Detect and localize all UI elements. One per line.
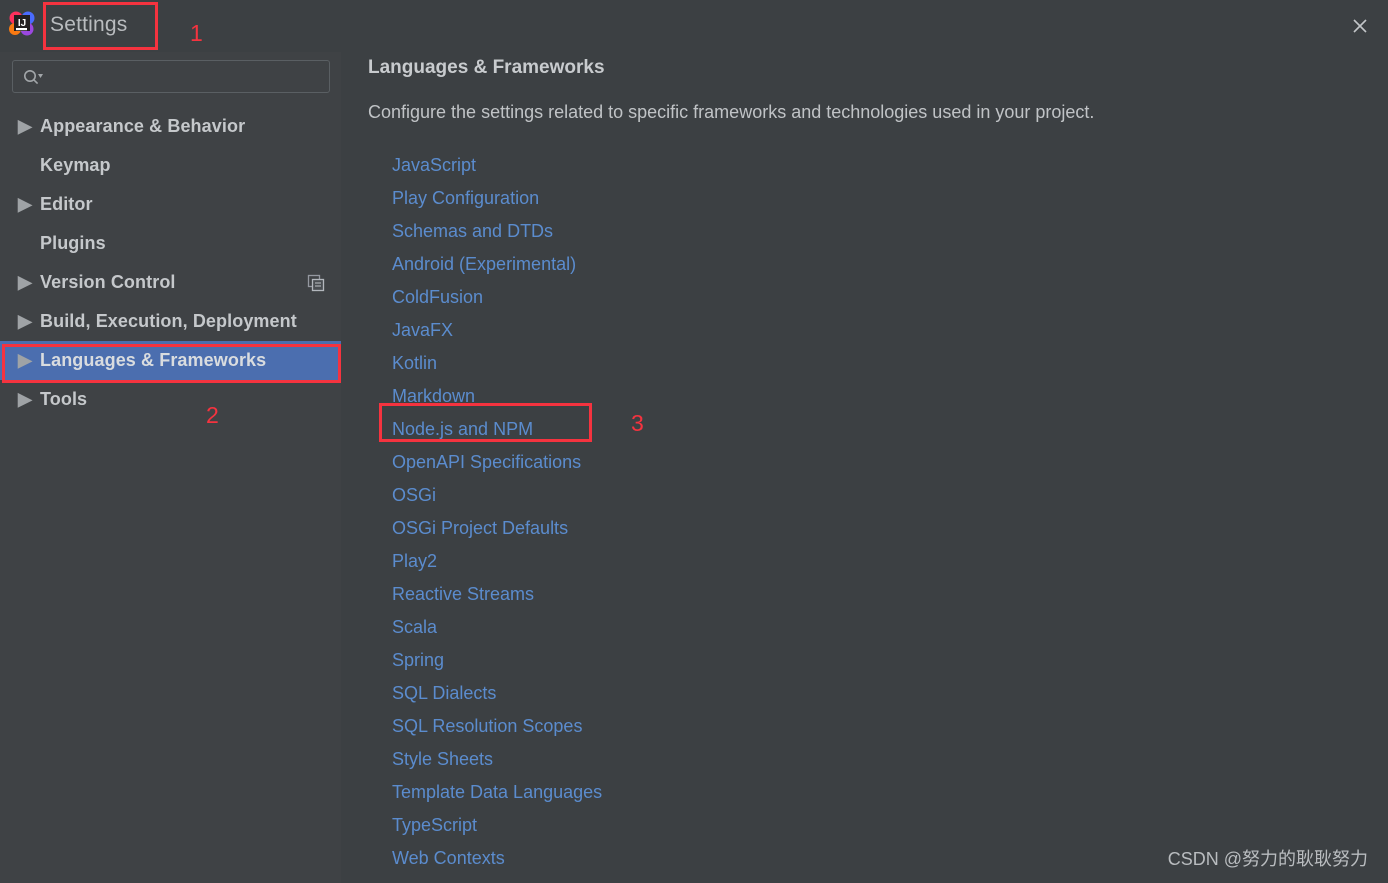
sidebar-item-label: Languages & Frameworks (40, 350, 267, 370)
sidebar-item-build-execution-deployment[interactable]: ▶ Build, Execution, Deployment (0, 302, 341, 341)
intellij-idea-logo-icon: IJ (8, 9, 36, 37)
link-spring[interactable]: Spring (392, 644, 444, 677)
link-template-data-languages[interactable]: Template Data Languages (392, 776, 602, 809)
sidebar-item-editor[interactable]: ▶ Editor (0, 185, 341, 224)
sidebar-item-version-control[interactable]: ▶ Version Control (0, 263, 341, 302)
link-android-experimental[interactable]: Android (Experimental) (392, 248, 576, 281)
link-javafx[interactable]: JavaFX (392, 314, 453, 347)
link-scala[interactable]: Scala (392, 611, 437, 644)
link-play-configuration[interactable]: Play Configuration (392, 182, 539, 215)
link-kotlin[interactable]: Kotlin (392, 347, 437, 380)
link-sql-resolution-scopes[interactable]: SQL Resolution Scopes (392, 710, 582, 743)
sidebar-item-languages-frameworks[interactable]: ▶ Languages & Frameworks (0, 341, 341, 380)
link-web-contexts[interactable]: Web Contexts (392, 842, 505, 875)
sidebar-item-plugins[interactable]: ▶ Plugins (0, 224, 341, 263)
sidebar-item-label: Build, Execution, Deployment (40, 311, 297, 331)
link-openapi-specifications[interactable]: OpenAPI Specifications (392, 446, 581, 479)
search-input[interactable] (44, 68, 329, 85)
framework-link-list: JavaScript Play Configuration Schemas an… (392, 149, 1092, 883)
svg-text:IJ: IJ (18, 18, 26, 29)
settings-sidebar: ▶ Appearance & Behavior ▶ Keymap ▶ Edito… (0, 52, 341, 883)
sidebar-item-label: Editor (40, 194, 93, 214)
search-icon (22, 68, 44, 86)
sidebar-item-keymap[interactable]: ▶ Keymap (0, 146, 341, 185)
chevron-right-icon: ▶ (18, 194, 32, 214)
link-javascript[interactable]: JavaScript (392, 149, 476, 182)
page-description: Configure the settings related to specif… (368, 102, 1095, 122)
link-style-sheets[interactable]: Style Sheets (392, 743, 493, 776)
link-coldfusion[interactable]: ColdFusion (392, 281, 483, 314)
chevron-right-icon: ▶ (18, 350, 32, 370)
chevron-right-icon: ▶ (18, 389, 32, 409)
sidebar-item-tools[interactable]: ▶ Tools (0, 380, 341, 419)
settings-tree: ▶ Appearance & Behavior ▶ Keymap ▶ Edito… (0, 107, 341, 419)
link-schemas-and-dtds[interactable]: Schemas and DTDs (392, 215, 553, 248)
chevron-right-icon: ▶ (18, 272, 32, 292)
close-icon[interactable] (1340, 6, 1380, 46)
sidebar-item-label: Tools (40, 389, 88, 409)
title-bar: IJ Settings (0, 0, 1388, 52)
watermark: CSDN @努力的耿耿努力 (1167, 849, 1368, 869)
sidebar-item-label: Appearance & Behavior (40, 116, 246, 136)
page-title: Languages & Frameworks (368, 57, 605, 78)
link-xslt[interactable]: XSLT (392, 875, 436, 883)
link-nodejs-and-npm[interactable]: Node.js and NPM (392, 413, 533, 446)
chevron-right-icon: ▶ (18, 311, 32, 331)
link-play2[interactable]: Play2 (392, 545, 437, 578)
settings-content-pane: Languages & Frameworks Configure the set… (341, 52, 1388, 883)
link-reactive-streams[interactable]: Reactive Streams (392, 578, 534, 611)
search-field[interactable] (12, 60, 330, 93)
sidebar-item-label: Version Control (40, 272, 176, 292)
link-typescript[interactable]: TypeScript (392, 809, 477, 842)
link-markdown[interactable]: Markdown (392, 380, 475, 413)
chevron-right-icon: ▶ (18, 116, 32, 136)
sidebar-item-label: Plugins (40, 233, 106, 253)
link-osgi-project-defaults[interactable]: OSGi Project Defaults (392, 512, 568, 545)
sidebar-item-label: Keymap (40, 155, 111, 175)
copy-icon[interactable] (307, 274, 325, 292)
window-title: Settings (50, 13, 128, 36)
sidebar-item-appearance-behavior[interactable]: ▶ Appearance & Behavior (0, 107, 341, 146)
link-sql-dialects[interactable]: SQL Dialects (392, 677, 496, 710)
link-osgi[interactable]: OSGi (392, 479, 436, 512)
settings-dialog: IJ Settings ▶ Appearance & Behavior Keym… (0, 0, 1388, 883)
